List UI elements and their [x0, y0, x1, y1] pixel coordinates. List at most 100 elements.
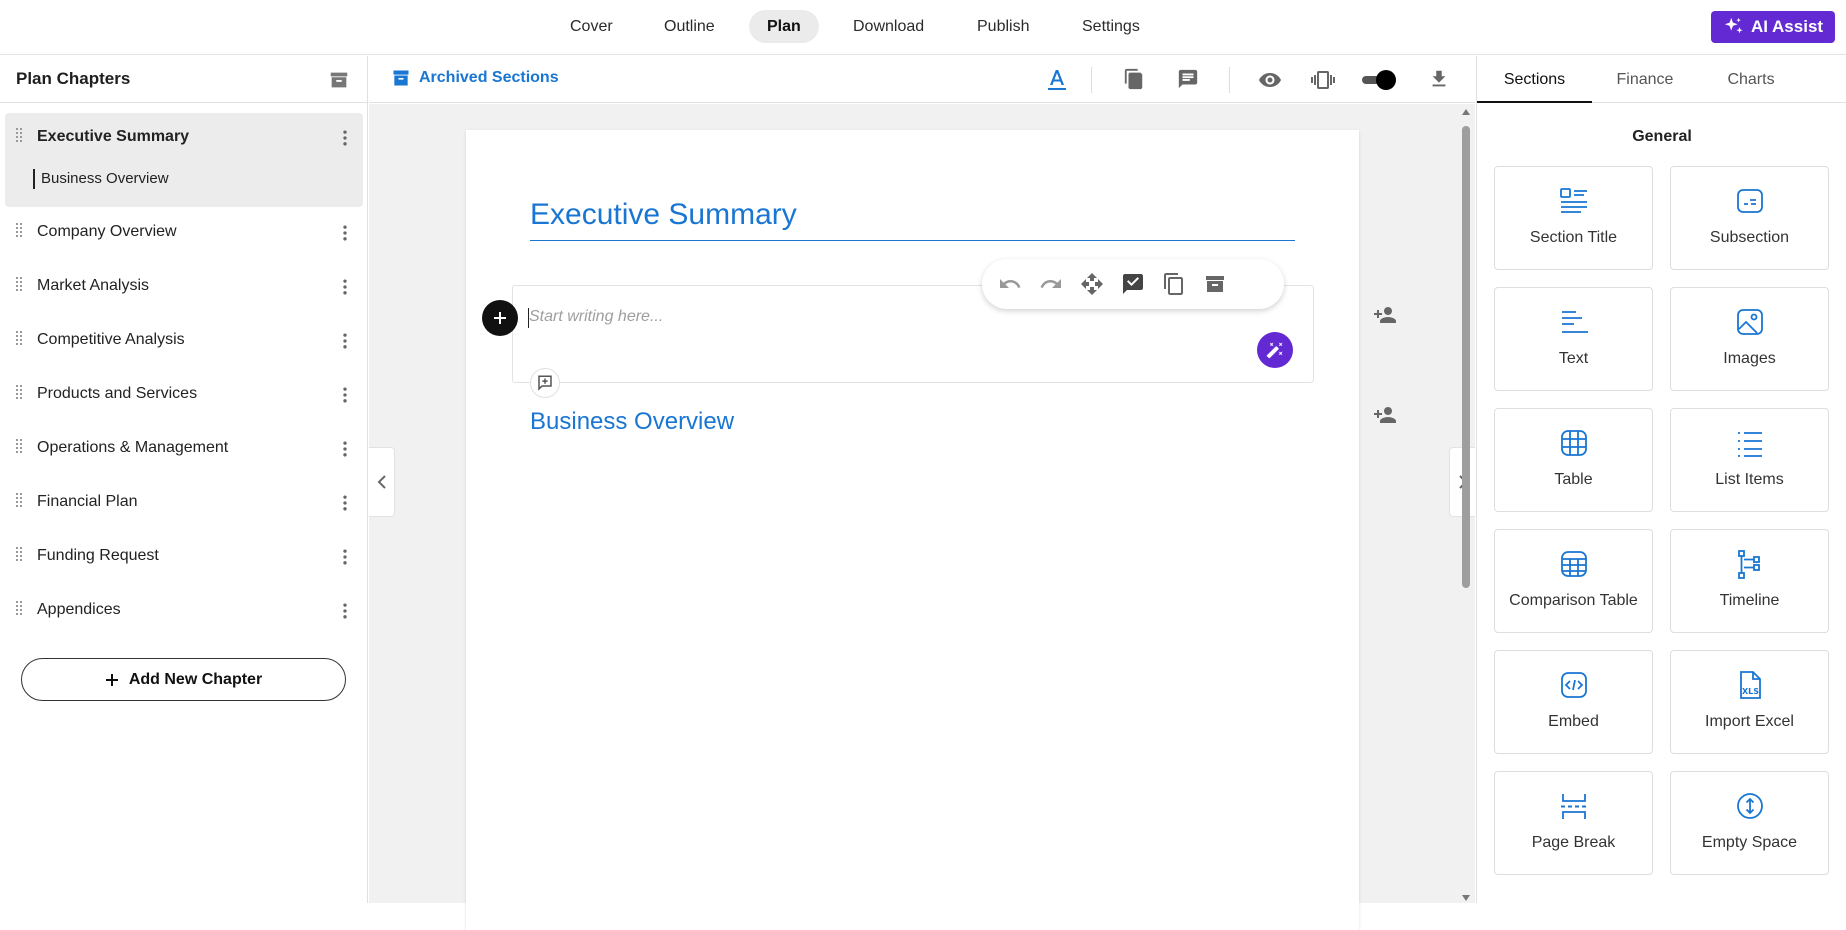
embed-icon — [1558, 669, 1590, 701]
section-title-icon — [1558, 185, 1590, 217]
nav-tab-outline[interactable]: Outline — [646, 10, 733, 43]
block-tile-embed[interactable]: Embed — [1494, 650, 1653, 754]
block-tile-images[interactable]: Images — [1670, 287, 1829, 391]
block-tile-empty-space[interactable]: Empty Space — [1670, 771, 1829, 875]
nav-tab-publish[interactable]: Publish — [959, 10, 1047, 43]
drag-handle-icon[interactable] — [16, 277, 24, 293]
scrollbar-thumb[interactable] — [1462, 126, 1470, 588]
view-toggle-switch[interactable] — [1360, 70, 1396, 90]
more-vert-icon[interactable] — [335, 128, 355, 148]
nav-tab-plan[interactable]: Plan — [749, 10, 819, 43]
drag-handle-icon[interactable] — [16, 493, 24, 509]
nav-tab-download[interactable]: Download — [835, 10, 942, 43]
drag-handle-icon[interactable] — [16, 223, 24, 239]
add-comment-button[interactable] — [530, 368, 560, 398]
chapter-item-financial-plan[interactable]: Financial Plan — [5, 478, 363, 526]
more-vert-icon[interactable] — [335, 547, 355, 567]
chapter-item-operations-management[interactable]: Operations & Management — [5, 424, 363, 472]
chapter-item-market-analysis[interactable]: Market Analysis — [5, 262, 363, 310]
archived-sections-link[interactable]: Archived Sections — [391, 68, 559, 88]
block-tile-subsection[interactable]: Subsection — [1670, 166, 1829, 270]
scroll-up-arrow-icon[interactable] — [1461, 108, 1471, 116]
chapter-item-appendices[interactable]: Appendices — [5, 586, 363, 634]
chapter-label: Company Overview — [37, 223, 177, 240]
magic-wand-icon — [1266, 341, 1284, 359]
drag-handle-icon[interactable] — [16, 385, 24, 401]
empty-space-icon — [1734, 790, 1766, 822]
assign-user-icon[interactable] — [1373, 303, 1397, 327]
comment-icon[interactable] — [1177, 68, 1199, 90]
tile-label: Subsection — [1709, 229, 1790, 246]
nav-tab-cover[interactable]: Cover — [552, 10, 631, 43]
scroll-down-arrow-icon[interactable] — [1461, 894, 1471, 902]
drag-handle-icon[interactable] — [16, 547, 24, 563]
timeline-icon — [1734, 548, 1766, 580]
tile-label: List Items — [1715, 471, 1784, 488]
section-title-heading[interactable]: Executive Summary — [530, 198, 797, 232]
more-vert-icon[interactable] — [335, 277, 355, 297]
more-vert-icon[interactable] — [335, 385, 355, 405]
ai-assist-button[interactable]: AI Assist — [1711, 11, 1835, 43]
editor-toolbar: Archived Sections — [369, 56, 1475, 103]
chapter-label: Operations & Management — [37, 439, 229, 456]
block-tile-list-items[interactable]: List Items — [1670, 408, 1829, 512]
collapse-left-panel-button[interactable] — [369, 447, 395, 517]
chapter-item-company-overview[interactable]: Company Overview — [5, 208, 363, 256]
device-vibrate-icon[interactable] — [1311, 68, 1335, 92]
add-new-chapter-button[interactable]: Add New Chapter — [21, 658, 346, 701]
download-icon[interactable] — [1428, 68, 1450, 90]
more-vert-icon[interactable] — [335, 493, 355, 513]
more-vert-icon[interactable] — [335, 439, 355, 459]
redo-icon[interactable] — [1039, 272, 1063, 296]
subsection-item-business-overview[interactable]: Business Overview — [33, 169, 169, 189]
drag-handle-icon[interactable] — [16, 601, 24, 617]
chapter-item-competitive-analysis[interactable]: Competitive Analysis — [5, 316, 363, 364]
chapter-item-executive-summary[interactable]: Executive Summary Business Overview — [5, 113, 363, 207]
block-tile-import-excel[interactable]: XLS Import Excel — [1670, 650, 1829, 754]
tab-sections[interactable]: Sections — [1477, 56, 1592, 103]
undo-icon[interactable] — [998, 272, 1022, 296]
drag-handle-icon[interactable] — [16, 331, 24, 347]
more-vert-icon[interactable] — [335, 601, 355, 621]
tab-charts[interactable]: Charts — [1698, 56, 1804, 103]
duplicate-icon[interactable] — [1162, 272, 1186, 296]
block-tile-timeline[interactable]: Timeline — [1670, 529, 1829, 633]
images-icon — [1734, 306, 1766, 338]
text-format-icon[interactable] — [1045, 68, 1069, 92]
tile-label: Embed — [1548, 713, 1599, 730]
block-tile-text[interactable]: Text — [1494, 287, 1653, 391]
preview-eye-icon[interactable] — [1258, 68, 1282, 92]
block-tile-table[interactable]: Table — [1494, 408, 1653, 512]
nav-tab-settings[interactable]: Settings — [1064, 10, 1158, 43]
copy-document-icon[interactable] — [1123, 68, 1145, 90]
approve-comment-icon[interactable] — [1121, 272, 1145, 296]
chapter-label: Financial Plan — [37, 493, 138, 510]
archive-block-icon[interactable] — [1203, 272, 1227, 296]
canvas-scrollbar[interactable] — [1458, 104, 1474, 903]
chapter-item-funding-request[interactable]: Funding Request — [5, 532, 363, 580]
block-floating-toolbar — [982, 259, 1284, 309]
page-break-icon — [1558, 790, 1590, 822]
more-vert-icon[interactable] — [335, 223, 355, 243]
subsection-heading[interactable]: Business Overview — [530, 408, 734, 436]
drag-handle-icon[interactable] — [16, 439, 24, 455]
archive-icon[interactable] — [328, 69, 350, 91]
move-icon[interactable] — [1080, 272, 1104, 296]
drag-handle-icon[interactable] — [16, 128, 24, 144]
editor-placeholder[interactable]: Start writing here... — [529, 308, 663, 326]
block-tile-page-break[interactable]: Page Break — [1494, 771, 1653, 875]
add-block-button[interactable] — [482, 300, 518, 336]
tab-finance[interactable]: Finance — [1592, 56, 1698, 103]
chapter-label: Funding Request — [37, 547, 159, 564]
svg-text:XLS: XLS — [1742, 687, 1759, 696]
block-tile-comparison-table[interactable]: Comparison Table — [1494, 529, 1653, 633]
archive-box-icon — [391, 68, 411, 88]
chapter-item-products-and-services[interactable]: Products and Services — [5, 370, 363, 418]
top-navigation-bar: Cover Outline Plan Download Publish Sett… — [0, 0, 1846, 55]
document-page: Executive Summary Start writing here... — [466, 130, 1359, 930]
assign-user-icon[interactable] — [1373, 403, 1397, 427]
more-vert-icon[interactable] — [335, 331, 355, 351]
block-tile-section-title[interactable]: Section Title — [1494, 166, 1653, 270]
ai-magic-wand-button[interactable] — [1257, 332, 1293, 368]
chevron-left-icon — [376, 474, 388, 490]
